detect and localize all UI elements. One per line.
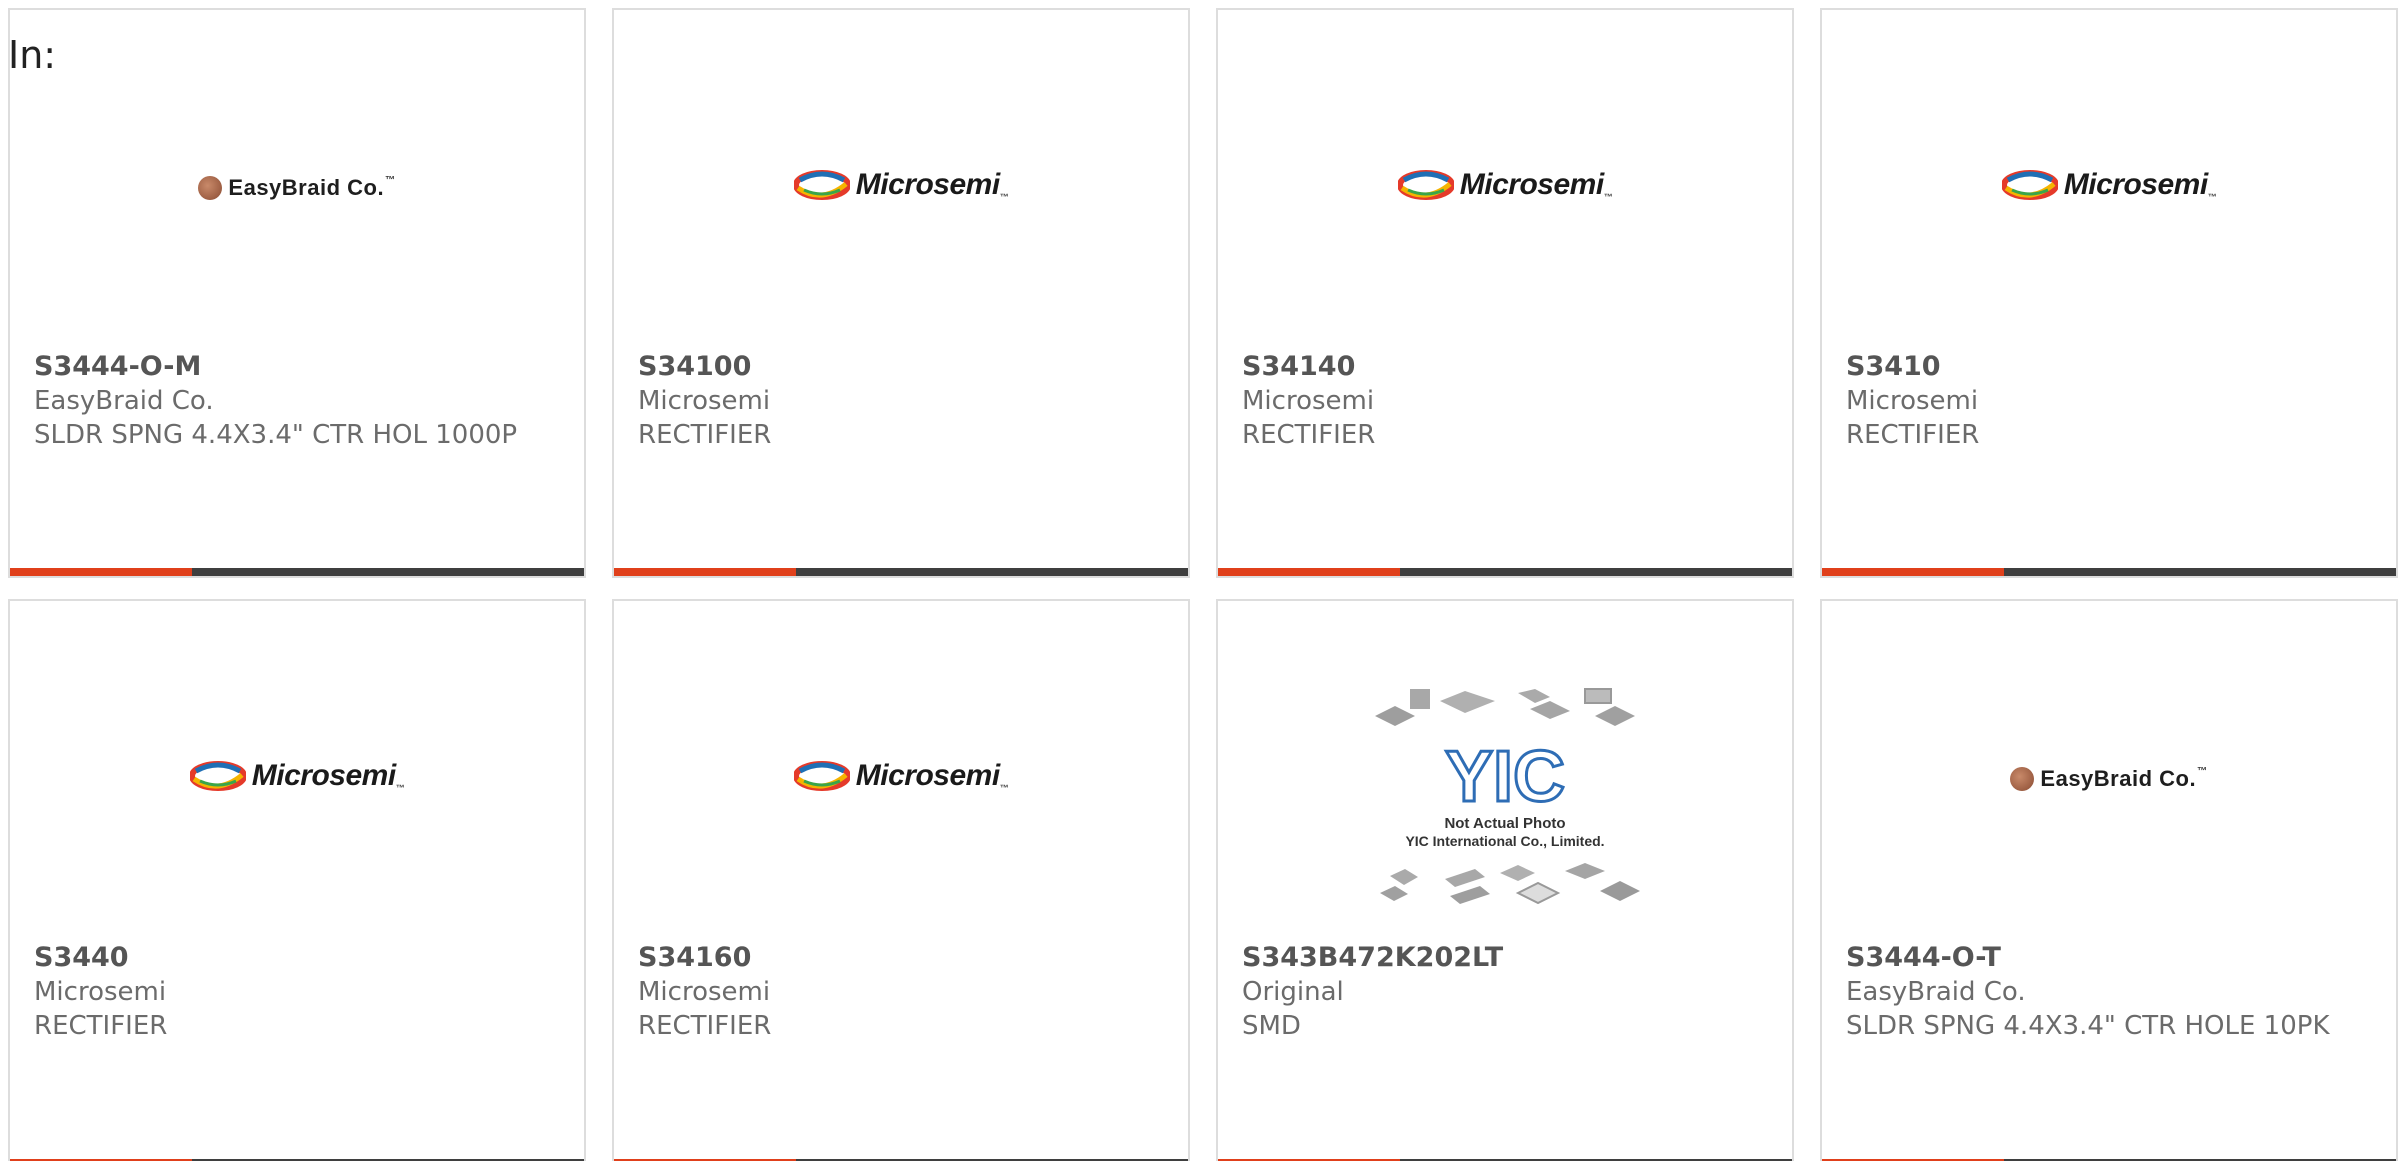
yic-logo-text: YIC [1445, 737, 1565, 817]
part-number[interactable]: S34140 [1242, 350, 1768, 384]
easybraid-disc-icon [2010, 767, 2035, 791]
product-info: S34140 Microsemi RECTIFIER [1242, 350, 1768, 452]
part-number[interactable]: S3440 [34, 941, 560, 975]
yic-caption-not-actual: Not Actual Photo [1444, 815, 1565, 832]
description: RECTIFIER [1846, 420, 1980, 450]
microsemi-logo: Microsemi™ [793, 759, 1009, 793]
easybraid-disc-icon [198, 176, 223, 200]
card-accent-bar [10, 568, 192, 576]
microsemi-swoosh-icon [189, 761, 246, 791]
microsemi-logo: Microsemi™ [793, 168, 1009, 202]
product-card[interactable]: EasyBraid Co.™ S3444-O-T EasyBraid Co. S… [1820, 599, 2398, 1161]
product-image: EasyBraid Co.™ [1822, 681, 2396, 881]
description: RECTIFIER [638, 420, 772, 450]
part-number[interactable]: S3444-O-M [34, 350, 560, 384]
product-card[interactable]: Microsemi™ S3440 Microsemi RECTIFIER [8, 599, 586, 1161]
product-image: Microsemi™ [614, 90, 1188, 290]
easybraid-logo: EasyBraid Co.™ [198, 175, 395, 201]
part-number[interactable]: S343B472K202LT [1242, 941, 1768, 975]
microsemi-logo: Microsemi™ [189, 759, 405, 793]
product-info: S3440 Microsemi RECTIFIER [34, 941, 560, 1043]
product-card[interactable]: YIC Not Actual Photo YIC International C… [1216, 599, 1794, 1161]
card-accent-bar [614, 568, 796, 576]
product-image: Microsemi™ [10, 681, 584, 881]
part-number[interactable]: S34160 [638, 941, 1164, 975]
product-image: Microsemi™ [614, 681, 1188, 881]
microsemi-swoosh-icon [1397, 170, 1454, 200]
description: RECTIFIER [34, 1011, 168, 1041]
product-info: S343B472K202LT Original SMD [1242, 941, 1768, 1043]
product-image: Microsemi™ [1822, 90, 2396, 290]
description: RECTIFIER [638, 1011, 772, 1041]
product-info: S34100 Microsemi RECTIFIER [638, 350, 1164, 452]
easybraid-logo: EasyBraid Co.™ [2010, 766, 2207, 792]
manufacturer: Microsemi [638, 977, 771, 1007]
card-bottom-bar [1218, 568, 1792, 576]
description: SMD [1242, 1011, 1301, 1041]
product-info: S3444-O-T EasyBraid Co. SLDR SPNG 4.4X3.… [1846, 941, 2372, 1043]
product-card[interactable]: Microsemi™ S34160 Microsemi RECTIFIER [612, 599, 1190, 1161]
description: SLDR SPNG 4.4X3.4" CTR HOLE 10PK [1846, 1011, 2330, 1041]
microsemi-swoosh-icon [793, 761, 850, 791]
manufacturer: Microsemi [1846, 386, 1979, 416]
manufacturer: EasyBraid Co. [1846, 977, 2026, 1007]
product-grid: EasyBraid Co.™ S3444-O-M EasyBraid Co. S… [8, 8, 2398, 1161]
product-image: YIC Not Actual Photo YIC International C… [1218, 681, 1792, 905]
microsemi-logo: Microsemi™ [1397, 168, 1613, 202]
microsemi-swoosh-icon [793, 170, 850, 200]
card-bottom-bar [10, 568, 584, 576]
product-card[interactable]: EasyBraid Co.™ S3444-O-M EasyBraid Co. S… [8, 8, 586, 578]
description: RECTIFIER [1242, 420, 1376, 450]
in-label: In: [8, 33, 57, 77]
part-number[interactable]: S3444-O-T [1846, 941, 2372, 975]
product-info: S3444-O-M EasyBraid Co. SLDR SPNG 4.4X3.… [34, 350, 560, 452]
microsemi-swoosh-icon [2001, 170, 2058, 200]
product-card[interactable]: Microsemi™ S3410 Microsemi RECTIFIER [1820, 8, 2398, 578]
product-card[interactable]: Microsemi™ S34140 Microsemi RECTIFIER [1216, 8, 1794, 578]
microsemi-logo: Microsemi™ [2001, 168, 2217, 202]
card-bottom-bar [1822, 568, 2396, 576]
manufacturer: EasyBraid Co. [34, 386, 214, 416]
part-number[interactable]: S3410 [1846, 350, 2372, 384]
manufacturer: Original [1242, 977, 1344, 1007]
manufacturer: Microsemi [34, 977, 167, 1007]
description: SLDR SPNG 4.4X3.4" CTR HOL 1000P [34, 420, 518, 450]
card-accent-bar [1218, 568, 1400, 576]
manufacturer: Microsemi [1242, 386, 1375, 416]
product-info: S3410 Microsemi RECTIFIER [1846, 350, 2372, 452]
yic-caption-company: YIC International Co., Limited. [1405, 833, 1604, 849]
product-image: Microsemi™ [1218, 90, 1792, 290]
card-accent-bar [1822, 568, 2004, 576]
card-bottom-bar [614, 568, 1188, 576]
manufacturer: Microsemi [638, 386, 771, 416]
part-number[interactable]: S34100 [638, 350, 1164, 384]
product-results-page: In: EasyBraid Co.™ S3444-O-M EasyBraid C… [0, 0, 2400, 1161]
product-image: EasyBraid Co.™ [10, 90, 584, 290]
product-info: S34160 Microsemi RECTIFIER [638, 941, 1164, 1043]
yic-placeholder-image: YIC Not Actual Photo YIC International C… [1370, 681, 1640, 921]
product-card[interactable]: Microsemi™ S34100 Microsemi RECTIFIER [612, 8, 1190, 578]
